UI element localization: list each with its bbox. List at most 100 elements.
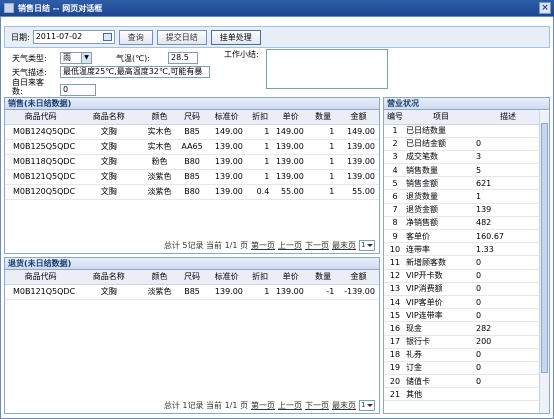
table-row[interactable]: M0B124Q5QDC 文胸 实木色 B85 149.00 1 149.00 1 149.00 [5,124,379,140]
table-cell: 3 [384,150,406,165]
table-row[interactable]: 15 VIP连带率 0 [384,308,540,323]
table-cell: 139.00 [206,169,247,185]
column-header: 项目 [406,110,476,125]
table-row[interactable]: M0B120Q5QDC 文胸 淡紫色 B80 139.00 0.4 55.00 1 55.00 [5,184,379,200]
window-titlebar: 销售日结 -- 网页对话框 × [0,0,554,16]
table-row[interactable]: 13 VIP消费额 0 [384,282,540,296]
table-cell: 实木色 [141,124,178,140]
sales-first-page-link[interactable]: 第一页 [251,240,275,251]
table-cell: 文胸 [76,124,142,140]
visitors-input[interactable]: 0 [60,84,96,96]
table-cell: 0 [476,295,540,310]
table-row[interactable]: M0B121Q5QDC 文胸 淡紫色 B85 139.00 1 139.00 1 139.00 [5,169,379,185]
table-row[interactable]: M0B125Q5QDC 文胸 实木色 AA65 139.00 1 139.00 1 139.00 [5,139,379,155]
temperature-label: 气温(℃): [116,53,150,63]
table-row[interactable]: 16 现金 282 [384,321,540,336]
table-cell: 文胸 [76,139,142,155]
returns-first-page-link[interactable]: 第一页 [251,400,275,411]
table-cell: VIP连带率 [406,308,476,323]
table-row[interactable]: M0B118Q5QDC 文胸 粉色 B80 139.00 1 139.00 1 139.00 [5,154,379,170]
table-cell: 139.00 [273,154,308,170]
returns-last-page-link[interactable]: 最末页 [332,400,356,411]
table-cell: 18 [384,348,406,362]
table-row[interactable]: 6 退货数量 1 [384,189,540,204]
table-row[interactable]: 8 净销售额 482 [384,216,540,231]
table-cell: 12 [384,269,406,283]
returns-table: 商品代码 商品名称 颜色 尺码 标准价 折扣 单价 数量 金额 M0B121Q5QDC 文胸 淡紫色… [5,270,379,300]
temperature-input[interactable]: 28.5 [168,52,198,64]
business-scrollbar[interactable] [539,111,549,413]
column-header: 数量 [307,270,339,285]
table-cell: 1 [246,124,274,140]
returns-prev-page-link[interactable]: 上一页 [278,400,302,411]
table-cell: -1 [307,284,339,300]
table-row[interactable]: 19 订金 0 [384,361,540,376]
weather-desc-input[interactable]: 最低温度25℃,最高温度32℃,可能有暴 [60,66,210,78]
sales-next-page-link[interactable]: 下一页 [305,240,329,251]
toolbar: 日期: 2011-07-02 查询 提交日结 挂单处理 [4,26,550,48]
table-cell: 文胸 [76,154,142,170]
table-cell: 文胸 [76,284,142,300]
table-cell: 1 [307,124,339,140]
table-cell: -139.00 [338,284,379,300]
table-cell: 储值卡 [406,374,476,389]
sales-table: 商品代码 商品名称 颜色 尺码 标准价 折扣 单价 数量 金额 M0B124Q5QDC 文胸 实木色… [5,110,379,200]
work-summary-textarea[interactable] [266,49,388,89]
table-cell: 其他 [406,387,476,402]
table-cell: 1 [307,169,339,185]
sales-page-select[interactable]: 1 [359,240,375,251]
column-header: 金额 [338,270,379,285]
table-row[interactable]: 7 退货金额 139 [384,203,540,217]
table-row[interactable]: 21 其他 [384,387,540,402]
window-title: 销售日结 -- 网页对话框 [18,3,103,13]
pending-orders-button[interactable]: 挂单处理 [210,29,261,45]
table-cell: B80 [177,154,207,170]
column-header: 编号 [384,110,406,125]
table-row[interactable]: 5 销售金额 621 [384,176,540,191]
table-row[interactable]: 17 银行卡 200 [384,335,540,349]
returns-page-select[interactable]: 1 [359,400,375,411]
table-row[interactable]: 10 连带率 1.33 [384,242,540,257]
table-cell: 139.00 [206,139,247,155]
table-cell: 139.00 [338,154,379,170]
table-row[interactable]: 20 储值卡 0 [384,374,540,389]
table-cell: 139.00 [338,139,379,155]
table-cell: 21 [384,387,406,402]
submit-daily-button[interactable]: 提交日结 [156,29,207,45]
business-panel-title: 营业状况 [384,98,549,110]
calendar-icon[interactable] [102,33,112,41]
date-input[interactable]: 2011-07-02 [32,30,115,44]
chevron-down-icon[interactable]: ▼ [81,53,91,63]
table-row[interactable]: 12 VIP开卡数 0 [384,269,540,283]
table-cell: B85 [177,169,207,185]
table-row[interactable]: 4 销售数量 5 [384,163,540,178]
returns-pager: 总计 1记录 当前 1/1 页 第一页 上一页 下一页 最末页 1 [164,400,375,411]
table-cell: 10 [384,242,406,257]
table-row[interactable]: 18 礼券 0 [384,348,540,362]
scrollbar-thumb[interactable] [541,123,548,373]
weather-desc-label: 天气描述: [12,67,47,77]
table-cell: 退货金额 [406,203,476,217]
sales-prev-page-link[interactable]: 上一页 [278,240,302,251]
table-row[interactable]: 11 新增顾客数 0 [384,255,540,270]
visitors-label-line2: 数: [12,87,23,96]
close-icon[interactable]: × [539,2,551,14]
table-row[interactable]: 9 客单价 160.67 [384,229,540,244]
table-cell: M0B121Q5QDC [5,169,77,185]
query-button[interactable]: 查询 [118,29,153,45]
table-cell: B80 [177,184,207,200]
table-cell: 482 [476,216,540,231]
returns-next-page-link[interactable]: 下一页 [305,400,329,411]
table-cell: 1 [384,124,406,138]
sales-pager-summary: 总计 5记录 当前 1/1 页 [163,241,248,250]
sales-panel: 销售(未日结数据) 商品代码 商品名称 颜色 尺码 标准价 折扣 单价 数量 金额 M0B124… [4,97,380,254]
table-row[interactable]: 1 已日结数量 [384,124,540,138]
table-row[interactable]: 14 VIP客单价 0 [384,295,540,310]
table-row[interactable]: 2 已日结金额 0 [384,137,540,151]
weather-type-select[interactable]: 雨 ▼ [60,52,92,64]
table-row[interactable]: 3 成交笔数 3 [384,150,540,165]
table-cell: 文胸 [76,184,142,200]
table-row[interactable]: M0B121Q5QDC 文胸 淡紫色 B85 139.00 1 139.00 -1 -139.0… [5,284,379,300]
table-cell: 新增顾客数 [406,255,476,270]
sales-last-page-link[interactable]: 最末页 [332,240,356,251]
